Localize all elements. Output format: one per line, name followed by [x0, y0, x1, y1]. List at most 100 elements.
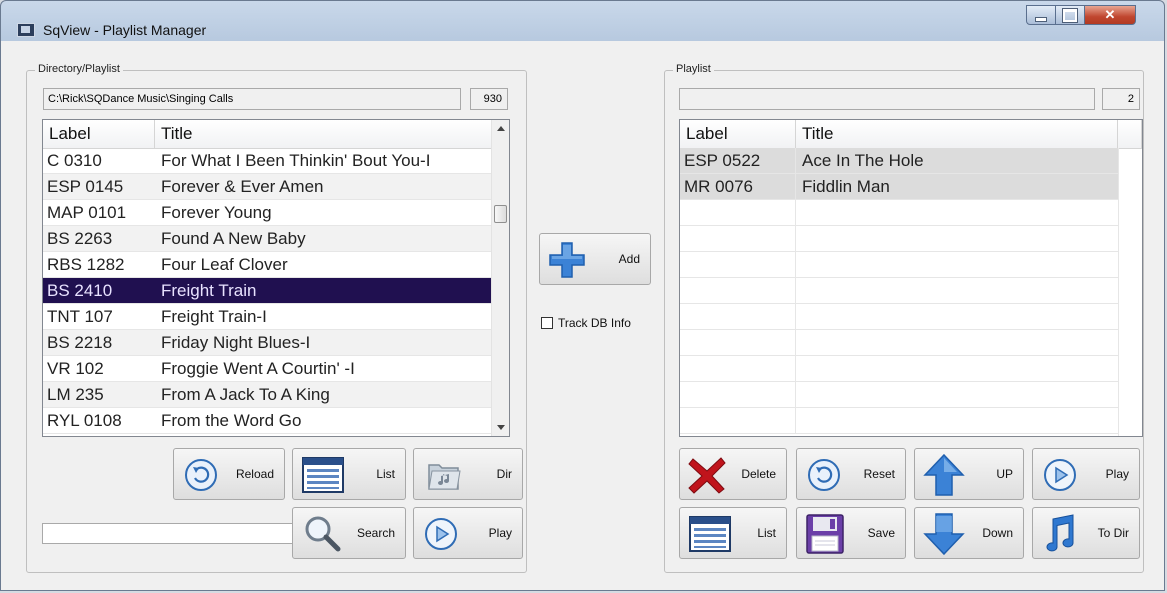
- search-label: Search: [356, 526, 395, 540]
- maximize-button[interactable]: [1055, 5, 1085, 25]
- playlist-list-row[interactable]: ESP 0522 Ace In The Hole: [680, 148, 1118, 174]
- playlist-row-title-cell: Fiddlin Man: [802, 177, 890, 196]
- row-title-cell: Found A New Baby: [161, 229, 306, 248]
- scroll-down-arrow-icon[interactable]: [497, 425, 505, 430]
- playlist-empty-row: [680, 200, 1118, 226]
- reload-button[interactable]: Reload: [173, 448, 285, 500]
- dir-button[interactable]: Dir: [413, 448, 523, 500]
- playlist-empty-cell: [680, 200, 796, 225]
- column-header-label[interactable]: Label: [43, 120, 155, 148]
- row-label-cell: VR 102: [47, 359, 104, 378]
- playlist-list-button[interactable]: List: [679, 507, 787, 559]
- client-area: Directory/Playlist C:\Rick\SQDance Music…: [9, 41, 1156, 584]
- move-up-label: UP: [996, 467, 1013, 481]
- directory-list-row[interactable]: ESP 0145 Forever & Ever Amen: [43, 174, 493, 200]
- playlist-name-field[interactable]: [679, 88, 1095, 110]
- playlist-play-button[interactable]: Play: [1032, 448, 1140, 500]
- playlist-empty-cell: [680, 226, 796, 251]
- directory-play-button[interactable]: Play: [413, 507, 523, 559]
- playlist-column-header-title[interactable]: Title: [796, 120, 1118, 148]
- row-label-cell: LM 235: [47, 385, 104, 404]
- row-label-cell: MAP 0101: [47, 203, 127, 222]
- row-label-cell: C 0310: [47, 151, 102, 170]
- playlist-empty-row: [680, 356, 1118, 382]
- column-header-title[interactable]: Title: [155, 120, 493, 148]
- playlist-row-label-cell: ESP 0522: [680, 148, 796, 173]
- scroll-thumb[interactable]: [494, 205, 507, 223]
- x-icon: [688, 457, 726, 494]
- directory-list-row[interactable]: RBS 1282 Four Leaf Clover: [43, 252, 493, 278]
- row-label-cell: RYL 0108: [47, 411, 122, 430]
- directory-list-row[interactable]: TNT 107 Freight Train-I: [43, 304, 493, 330]
- row-title-cell: From A Jack To A King: [161, 385, 330, 404]
- row-label-cell: TNT 107: [47, 307, 113, 326]
- directory-list-row[interactable]: BS 2410 Freight Train: [43, 278, 493, 304]
- move-down-button[interactable]: Down: [914, 507, 1024, 559]
- playlist-play-label: Play: [1105, 467, 1129, 481]
- track-db-info-option[interactable]: Track DB Info: [541, 316, 631, 330]
- folder-music-icon: [428, 464, 461, 490]
- row-title-cell: From the Word Go: [161, 411, 302, 430]
- playlist-empty-row: [680, 408, 1118, 434]
- playlist-empty-row: [680, 304, 1118, 330]
- playlist-row-label-cell: MR 0076: [680, 174, 796, 199]
- playlist-count: 2: [1102, 88, 1140, 110]
- playlist-list[interactable]: Label Title ESP 0522 Ace In The Hole MR 00…: [679, 119, 1143, 437]
- directory-list-row[interactable]: MAP 0101 Forever Young: [43, 200, 493, 226]
- add-button[interactable]: Add: [539, 233, 651, 285]
- close-button[interactable]: ✕: [1084, 5, 1136, 25]
- playlist-list-row[interactable]: MR 0076 Fiddlin Man: [680, 174, 1118, 200]
- search-button[interactable]: Search: [292, 507, 406, 559]
- track-db-info-checkbox[interactable]: [541, 317, 553, 329]
- directory-list-scrollbar[interactable]: [491, 120, 509, 436]
- row-title-cell: Forever Young: [161, 203, 272, 222]
- row-label-cell: ESP 0145: [47, 177, 124, 196]
- delete-label: Delete: [741, 467, 776, 481]
- app-icon: [17, 23, 35, 37]
- add-label: Add: [618, 252, 640, 266]
- delete-button[interactable]: Delete: [679, 448, 787, 500]
- minimize-button[interactable]: [1026, 5, 1056, 25]
- directory-list[interactable]: Label Title C 0310 For What I Been Thinki…: [42, 119, 510, 437]
- directory-list-row[interactable]: RYL 0108 From the Word Go: [43, 408, 493, 434]
- directory-list-row[interactable]: BS 2263 Found A New Baby: [43, 226, 493, 252]
- playlist-empty-cell: [680, 278, 796, 303]
- close-icon: ✕: [1104, 7, 1116, 22]
- to-dir-label: To Dir: [1097, 526, 1129, 540]
- scroll-up-arrow-icon[interactable]: [497, 126, 505, 131]
- reset-button[interactable]: Reset: [796, 448, 906, 500]
- playlist-list-header: Label Title: [680, 120, 1142, 149]
- row-title-cell: Freight Train: [161, 281, 257, 300]
- playlist-group-legend: Playlist: [673, 63, 714, 75]
- playlist-manager-window: SqView - Playlist Manager ✕ Directory/Pl…: [0, 0, 1165, 591]
- playlist-empty-row: [680, 330, 1118, 356]
- reset-label: Reset: [863, 467, 895, 481]
- playlist-empty-cell: [680, 356, 796, 381]
- directory-list-row[interactable]: BS 2218 Friday Night Blues-I: [43, 330, 493, 356]
- row-title-cell: Froggie Went A Courtin' -I: [161, 359, 355, 378]
- directory-list-row[interactable]: C 0310 For What I Been Thinkin' Bout You-…: [43, 148, 493, 174]
- row-title-cell: Friday Night Blues-I: [161, 333, 311, 352]
- row-title-cell: For What I Been Thinkin' Bout You-I: [161, 151, 431, 170]
- playlist-empty-row: [680, 226, 1118, 252]
- search-input[interactable]: [42, 523, 296, 544]
- reset-icon: [808, 459, 840, 491]
- move-up-button[interactable]: UP: [914, 448, 1024, 500]
- playlist-column-header-extra: [1118, 120, 1142, 148]
- magnifier-icon: [305, 516, 341, 552]
- directory-list-row[interactable]: VR 102 Froggie Went A Courtin' -I: [43, 356, 493, 382]
- to-dir-button[interactable]: To Dir: [1032, 507, 1140, 559]
- directory-path-field[interactable]: C:\Rick\SQDance Music\Singing Calls: [43, 88, 461, 110]
- track-db-info-label: Track DB Info: [558, 316, 631, 330]
- directory-count: 930: [470, 88, 508, 110]
- playlist-empty-row: [680, 252, 1118, 278]
- move-down-label: Down: [982, 526, 1013, 540]
- row-title-cell: Freight Train-I: [161, 307, 267, 326]
- playlist-empty-cell: [680, 408, 796, 433]
- title-bar[interactable]: SqView - Playlist Manager ✕: [1, 1, 1164, 41]
- directory-list-row[interactable]: LM 235 From A Jack To A King: [43, 382, 493, 408]
- save-button[interactable]: Save: [796, 507, 906, 559]
- playlist-column-header-label[interactable]: Label: [680, 120, 796, 148]
- directory-list-button[interactable]: List: [292, 448, 406, 500]
- directory-list-label: List: [376, 467, 395, 481]
